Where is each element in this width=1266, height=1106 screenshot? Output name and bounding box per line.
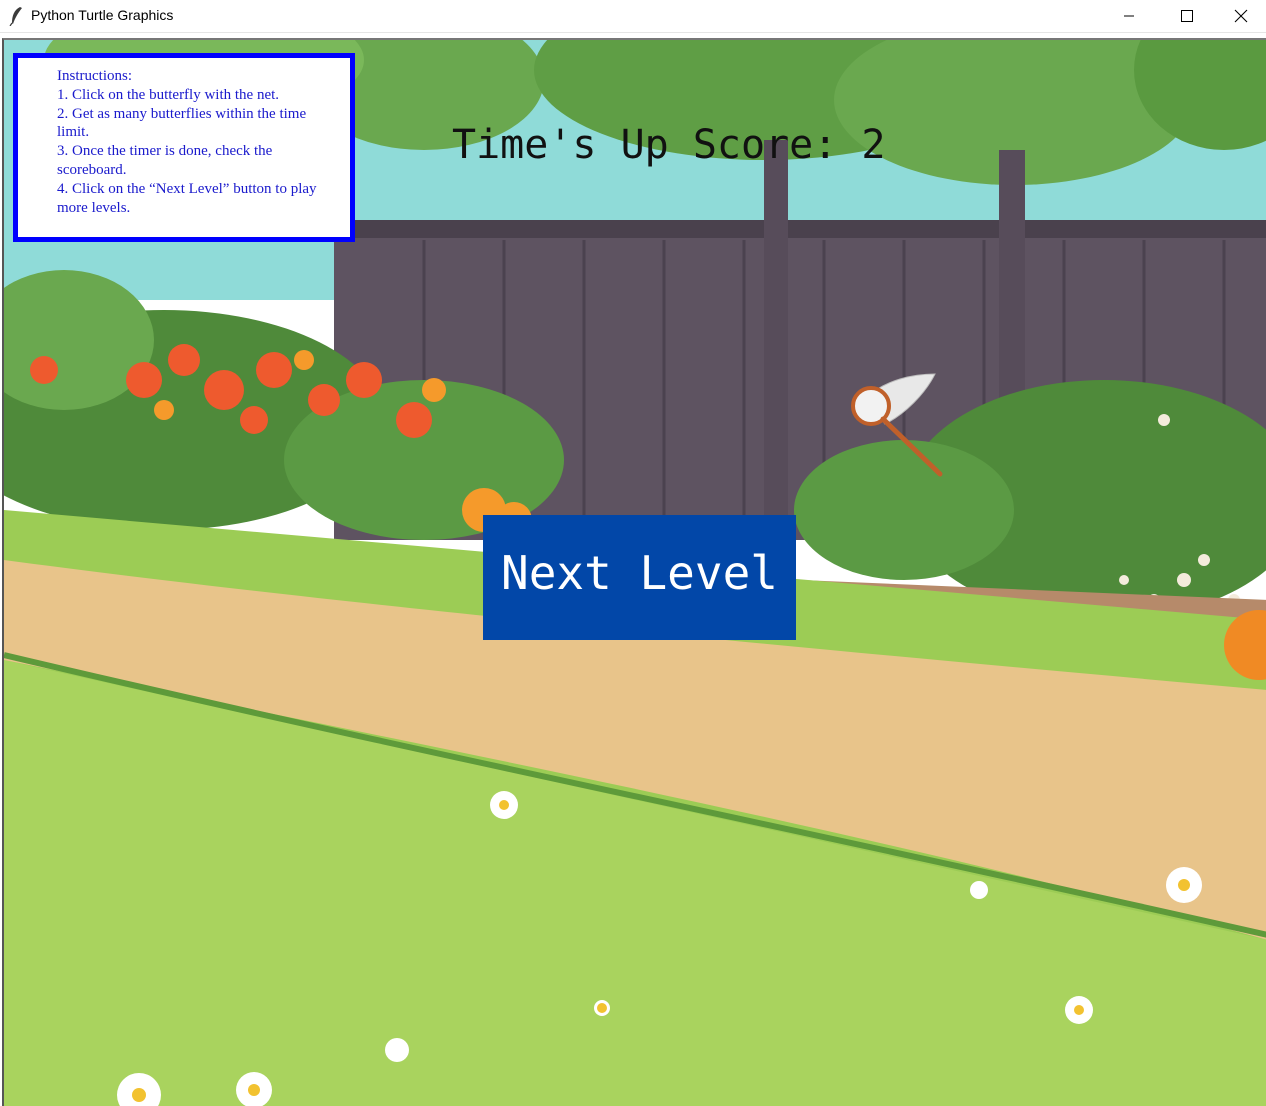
score-label: Time's Up Score: 2: [452, 122, 886, 168]
minimize-icon: [1124, 15, 1134, 17]
butterfly-net-icon: [851, 373, 943, 477]
instructions-text: Instructions: 1. Click on the butterfly …: [57, 68, 317, 216]
feather-icon: [9, 7, 22, 26]
minimize-button[interactable]: [1100, 0, 1158, 32]
maximize-icon: [1181, 10, 1193, 22]
close-button[interactable]: [1216, 0, 1266, 32]
instructions-box: Instructions: 1. Click on the butterfly …: [13, 53, 355, 242]
window-title: Python Turtle Graphics: [31, 7, 174, 23]
maximize-button[interactable]: [1158, 0, 1216, 32]
next-level-label: Next Level: [501, 545, 778, 600]
title-bar: Python Turtle Graphics: [0, 0, 1266, 33]
close-icon: [1234, 9, 1248, 23]
next-level-button[interactable]: Next Level: [483, 515, 796, 640]
